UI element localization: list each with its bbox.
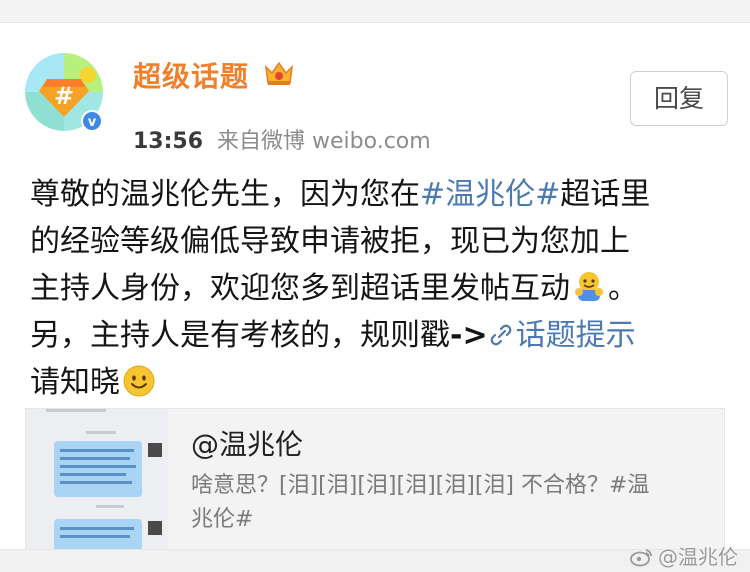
hug-emoji-icon — [572, 270, 606, 304]
post-text-segment: 超话里 — [560, 177, 651, 212]
weibo-logo-icon — [630, 547, 654, 567]
post-source[interactable]: 来自微博 weibo.com — [217, 129, 431, 154]
post-line-2: 的经验等级偏低导致申请被拒，现已为您加上 — [30, 218, 730, 265]
link-icon[interactable] — [488, 315, 514, 346]
watermark-text: @温兆伦 — [658, 545, 738, 569]
hashtag-link[interactable]: #温兆伦# — [420, 177, 560, 212]
post-body: 尊敬的温兆伦先生，因为您在#温兆伦#超话里 的经验等级偏低导致申请被拒，现已为您… — [30, 171, 730, 406]
post-text-segment: 另，主持人是有考核的，规则戳 — [30, 318, 450, 353]
svg-text:#: # — [54, 82, 74, 110]
embedded-post-thumbnail — [26, 409, 168, 549]
post-line-3: 主持人身份，欢迎您多到超话里发帖互动 。 — [30, 265, 730, 312]
post-text-segment: 请知晓 — [30, 365, 120, 400]
post-line-5: 请知晓 — [30, 359, 730, 406]
embedded-post-text: 啥意思？[泪][泪][泪][泪][泪][泪] 不合格？#温 兆伦# — [191, 469, 701, 537]
embedded-post-card[interactable]: @温兆伦 啥意思？[泪][泪][泪][泪][泪][泪] 不合格？#温 兆伦# — [25, 408, 725, 550]
embedded-text-line: 兆伦# — [191, 507, 254, 532]
verified-badge-icon: v — [80, 109, 104, 133]
topic-tips-link[interactable]: 话题提示 — [516, 318, 636, 353]
top-divider-strip — [0, 0, 750, 22]
post-time: 13:56 — [133, 129, 204, 154]
post-meta: 13:56 来自微博 weibo.com — [133, 123, 431, 155]
post-text-segment: 。 — [608, 271, 638, 306]
embedded-text-line: 啥意思？[泪][泪][泪][泪][泪][泪] 不合格？#温 — [191, 473, 650, 498]
post-text-segment: 尊敬的温兆伦先生，因为您在 — [30, 177, 420, 212]
post-line-4: 另，主持人是有考核的，规则戳-> 话题提示 — [30, 312, 730, 359]
crown-icon — [263, 59, 295, 87]
author-name[interactable]: 超级话题 — [133, 55, 249, 95]
weibo-post-card: # v 超级话题 13:56 来自微博 weibo.com 回复 尊敬的温兆伦先生… — [0, 22, 750, 550]
post-text-segment: 主持人身份，欢迎您多到超话里发帖互动 — [30, 271, 570, 306]
smile-emoji-icon — [122, 364, 156, 398]
watermark: @温兆伦 — [630, 541, 738, 570]
embedded-post-author: @温兆伦 — [191, 428, 304, 461]
post-line-1: 尊敬的温兆伦先生，因为您在#温兆伦#超话里 — [30, 171, 730, 218]
arrow-text: -> — [450, 318, 488, 353]
reply-button[interactable]: 回复 — [630, 71, 728, 126]
svg-text:v: v — [88, 115, 97, 130]
post-text-segment: 的经验等级偏低导致申请被拒，现已为您加上 — [30, 224, 630, 259]
